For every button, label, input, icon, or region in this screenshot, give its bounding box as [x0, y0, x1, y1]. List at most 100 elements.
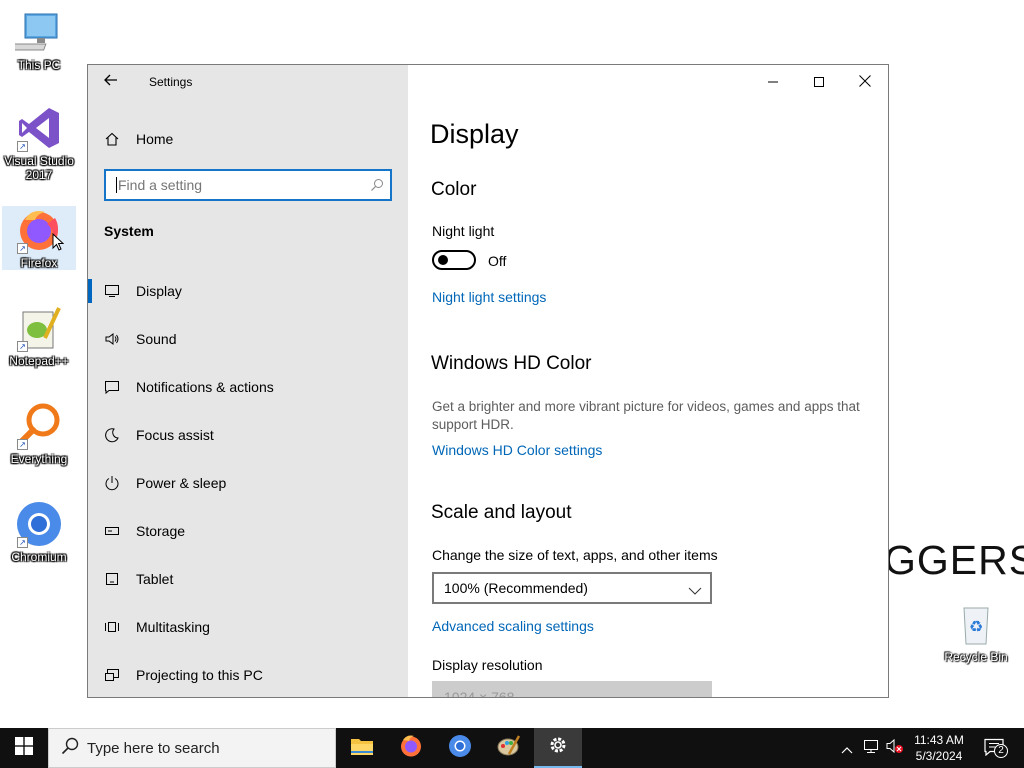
back-button[interactable] — [88, 65, 134, 99]
network-tray-button[interactable] — [860, 728, 882, 768]
tablet-icon — [88, 571, 136, 587]
action-center-button[interactable]: 2 — [980, 728, 1010, 768]
power-icon — [88, 475, 136, 491]
clock-date: 5/3/2024 — [915, 749, 963, 763]
desktop-icon-everything[interactable]: ↗ Everything — [2, 402, 76, 466]
resolution-dropdown-value: 1024 × 768 — [444, 689, 515, 698]
shortcut-arrow-icon: ↗ — [17, 439, 28, 450]
taskbar-app-firefox[interactable] — [387, 728, 435, 768]
chevron-down-icon — [688, 583, 702, 599]
search-placeholder: Find a setting — [118, 177, 203, 193]
svg-text:♻: ♻ — [969, 617, 983, 636]
show-hidden-icons-button[interactable] — [836, 728, 858, 768]
storage-icon — [88, 523, 136, 539]
monitor-icon — [88, 283, 136, 299]
nav-item-label: Focus assist — [136, 427, 214, 443]
nav-item-display[interactable]: Display — [88, 267, 408, 315]
nav-item-sound[interactable]: Sound — [88, 315, 408, 363]
maximize-button[interactable] — [796, 65, 842, 97]
nav-item-tablet[interactable]: Tablet — [88, 555, 408, 603]
window-title: Settings — [149, 75, 193, 89]
nav-item-label: Projecting to this PC — [136, 667, 263, 683]
nav-home-label: Home — [136, 131, 174, 147]
advanced-scaling-link[interactable]: Advanced scaling settings — [432, 618, 594, 634]
nav-item-label: Power & sleep — [136, 475, 227, 491]
minimize-icon — [768, 72, 778, 91]
visual-studio-icon: ↗ — [15, 104, 63, 152]
notepad-plus-plus-icon: ↗ — [15, 304, 63, 352]
firefox-icon — [399, 734, 423, 762]
desktop-icon-label: Visual Studio 2017 — [4, 154, 74, 182]
toggle-knob — [438, 255, 448, 265]
taskbar-app-paint[interactable] — [485, 728, 533, 768]
scale-section-header: Scale and layout — [431, 502, 572, 523]
nav-item-focus-assist[interactable]: Focus assist — [88, 411, 408, 459]
close-button[interactable] — [842, 65, 888, 97]
chromium-icon — [448, 734, 472, 762]
shortcut-arrow-icon: ↗ — [17, 243, 28, 254]
hdr-settings-link[interactable]: Windows HD Color settings — [432, 442, 602, 458]
desktop-icon-chromium[interactable]: ↗ Chromium — [2, 500, 76, 564]
home-icon — [88, 131, 136, 147]
volume-muted-icon — [886, 738, 904, 758]
nav-section-header: System — [104, 223, 154, 239]
nav-item-label: Multitasking — [136, 619, 210, 635]
nav-item-label: Display — [136, 283, 182, 299]
taskbar-clock[interactable]: 11:43 AM 5/3/2024 — [904, 732, 974, 764]
notification-icon — [88, 379, 136, 395]
chevron-down-icon — [688, 692, 702, 697]
hdr-section-header: Windows HD Color — [431, 353, 592, 374]
nav-item-label: Notifications & actions — [136, 379, 274, 395]
recycle-bin-icon: ♻ — [952, 600, 1000, 648]
desktop-icon-firefox[interactable]: ↗ Firefox — [2, 206, 76, 270]
color-section-header: Color — [431, 179, 477, 200]
nav-item-projecting[interactable]: Projecting to this PC — [88, 651, 408, 697]
desktop-icon-visual-studio[interactable]: ↗ Visual Studio 2017 — [2, 104, 76, 182]
page-title: Display — [430, 119, 519, 149]
speaker-icon — [88, 331, 136, 347]
wallpaper-text: GGERS!! — [884, 537, 1024, 583]
taskbar-search-box[interactable]: Type here to search — [48, 728, 336, 768]
night-light-toggle[interactable] — [432, 250, 476, 270]
change-size-label: Change the size of text, apps, and other… — [432, 547, 718, 563]
network-icon — [863, 738, 879, 758]
chevron-up-icon — [841, 739, 853, 758]
night-light-settings-link[interactable]: Night light settings — [432, 289, 546, 305]
chromium-icon: ↗ — [15, 500, 63, 548]
everything-search-icon: ↗ — [15, 402, 63, 450]
desktop-icon-notepad-plus-plus[interactable]: ↗ Notepad++ — [2, 304, 76, 368]
desktop-icon-label: Firefox — [20, 256, 58, 270]
nav-home[interactable]: Home — [88, 121, 408, 157]
minimize-button[interactable] — [750, 65, 796, 97]
moon-icon — [88, 427, 136, 443]
start-button[interactable] — [0, 728, 48, 768]
taskbar: Type here to search 11:43 AM 5/3/2024 2 — [0, 728, 1024, 768]
find-setting-search-input[interactable]: Find a setting — [104, 169, 392, 201]
resolution-dropdown[interactable]: 1024 × 768 — [432, 681, 712, 698]
taskbar-app-file-explorer[interactable] — [338, 728, 386, 768]
desktop-icon-label: Chromium — [11, 550, 67, 564]
nav-item-label: Tablet — [136, 571, 174, 587]
taskbar-app-settings[interactable] — [534, 728, 582, 768]
multitasking-icon — [88, 619, 136, 635]
night-light-state: Off — [488, 253, 507, 269]
shortcut-arrow-icon: ↗ — [17, 341, 28, 352]
scale-dropdown[interactable]: 100% (Recommended) — [432, 572, 712, 604]
shortcut-arrow-icon: ↗ — [17, 141, 28, 152]
back-arrow-icon — [103, 72, 119, 92]
desktop-icon-label: Everything — [10, 452, 68, 466]
settings-content-pane: Display Color Night light Off Night ligh… — [408, 65, 888, 697]
shortcut-arrow-icon: ↗ — [17, 537, 28, 548]
hdr-description: Get a brighter and more vibrant picture … — [432, 399, 860, 432]
nav-item-multitasking[interactable]: Multitasking — [88, 603, 408, 651]
desktop-icon-recycle-bin[interactable]: ♻ Recycle Bin — [938, 600, 1014, 664]
nav-item-label: Sound — [136, 331, 177, 347]
nav-item-power-sleep[interactable]: Power & sleep — [88, 459, 408, 507]
taskbar-app-chromium[interactable] — [436, 728, 484, 768]
nav-item-notifications[interactable]: Notifications & actions — [88, 363, 408, 411]
nav-item-storage[interactable]: Storage — [88, 507, 408, 555]
volume-tray-button[interactable] — [884, 728, 906, 768]
desktop-icon-this-pc[interactable]: This PC — [2, 8, 76, 72]
search-icon — [61, 737, 79, 759]
text-caret — [116, 177, 117, 193]
